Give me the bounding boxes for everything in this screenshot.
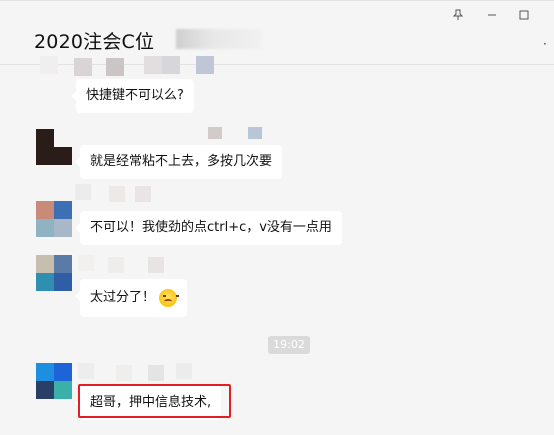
more-icon[interactable]: · [543,37,549,51]
sender-name-redacted [75,184,185,204]
sender-name-redacted [78,255,178,275]
angry-face-emoji [159,288,180,307]
avatar[interactable] [36,363,72,399]
chat-title: 2020注会C位 [34,31,155,53]
timestamp: 19:02 [268,336,310,354]
sender-name-redacted [78,363,198,383]
message-text: 快捷键不可以么? [86,88,184,103]
avatar[interactable] [36,255,72,291]
minimize-icon[interactable] [485,9,499,23]
message-bubble[interactable]: 不可以！我使劲的点ctrl+c，v没有一点用 [75,211,342,245]
pin-icon[interactable] [451,9,465,23]
sender-name-redacted [40,56,220,78]
maximize-icon[interactable] [517,9,531,23]
message-bubble[interactable]: 快捷键不可以么? [71,79,194,113]
message-text: 太过分了！ [90,290,156,305]
avatar[interactable] [36,201,72,237]
avatar[interactable] [36,129,72,165]
message-text: 不可以！我使劲的点ctrl+c，v没有一点用 [90,220,332,235]
sender-name-redacted [78,121,268,143]
chat-window: 2020注会C位 · 快捷键不可以么? 就是经常粘不上去，多按几次要 不可以！我… [0,0,554,435]
message-text: 就是经常粘不上去，多按几次要 [90,154,273,169]
highlight-box [78,384,231,418]
title-redaction [176,29,262,49]
message-bubble[interactable]: 就是经常粘不上去，多按几次要 [74,145,283,179]
message-bubble[interactable]: 太过分了！ [74,279,188,317]
